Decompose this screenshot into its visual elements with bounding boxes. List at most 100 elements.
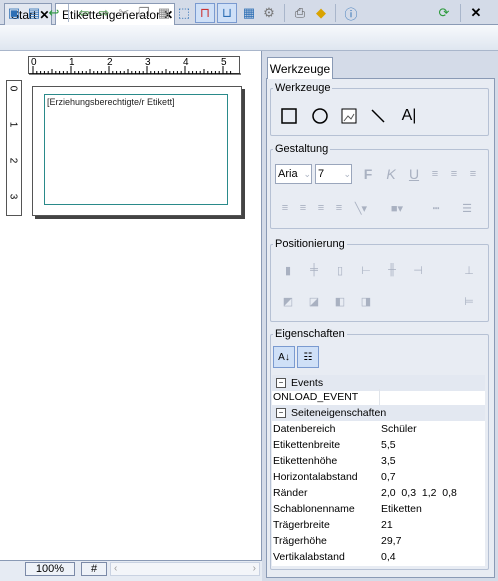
property-key: Schablonenname xyxy=(273,503,355,515)
copy-icon[interactable]: ❐ xyxy=(134,3,154,23)
label-placeholder[interactable]: [Erziehungsberechtigte/r Etikett] xyxy=(47,97,175,107)
property-key: Trägerbreite xyxy=(273,519,330,531)
property-key: Vertikalabstand xyxy=(273,551,345,563)
category-label: Seiteneigenschaften xyxy=(291,407,387,419)
send-backward-icon[interactable]: ◨ xyxy=(355,290,377,312)
snap-icon[interactable]: ⊓ xyxy=(195,3,215,23)
line-icon[interactable] xyxy=(367,105,389,127)
label-area[interactable] xyxy=(44,94,228,205)
line-color-icon[interactable]: ╲▾ xyxy=(350,197,372,219)
arrow-right-icon[interactable]: ⇨ xyxy=(94,3,114,23)
horizontal-ruler: 0 1 2 3 4 5 xyxy=(28,56,241,75)
property-key: ONLOAD_EVENT xyxy=(273,391,359,403)
select-icon[interactable]: ⬚ xyxy=(174,3,194,23)
line-width-icon[interactable]: ☰ xyxy=(456,197,478,219)
rectangle-icon[interactable] xyxy=(278,105,300,127)
close-icon[interactable]: ✕ xyxy=(466,3,486,23)
chevron-down-icon: ⌄ xyxy=(343,168,351,179)
undo-icon[interactable]: ↩ xyxy=(44,3,64,23)
print-icon[interactable]: ⎙ xyxy=(290,3,310,23)
magnet-icon[interactable]: ⊔ xyxy=(217,3,237,23)
property-row[interactable]: Schablonenname Etiketten xyxy=(272,501,485,517)
property-value[interactable] xyxy=(379,389,382,405)
image-icon[interactable] xyxy=(338,105,360,127)
bring-forward-icon[interactable]: ◧ xyxy=(329,290,351,312)
eraser-icon[interactable]: ◆ xyxy=(311,3,331,23)
new-icon[interactable]: ▣ xyxy=(4,3,24,23)
ruler-label: 1 xyxy=(7,121,19,128)
save-icon[interactable]: ▤ xyxy=(24,3,44,23)
gestaltung-title: Gestaltung xyxy=(273,143,331,155)
underline-icon[interactable]: U xyxy=(403,163,425,185)
circle-icon[interactable] xyxy=(309,105,331,127)
grid-toggle-button[interactable]: # xyxy=(81,562,107,576)
property-value[interactable]: Etiketten xyxy=(379,503,422,515)
align-middle-icon[interactable]: ╪ xyxy=(303,259,325,281)
zoom-button[interactable]: 100% xyxy=(25,562,75,576)
justify-full-icon[interactable]: ≡ xyxy=(328,197,350,219)
arrow-left-icon[interactable]: ⇦ xyxy=(74,3,94,23)
refresh-icon[interactable]: ⟳ xyxy=(434,3,454,23)
property-key: Trägerhöhe xyxy=(273,535,327,547)
align-right-icon[interactable]: ≡ xyxy=(462,163,484,185)
line-style-icon[interactable]: ┅ xyxy=(425,197,447,219)
align-center-h-icon[interactable]: ╫ xyxy=(381,259,403,281)
scroll-left-icon[interactable]: ‹ xyxy=(114,563,117,574)
align-top-icon[interactable]: ▯ xyxy=(329,259,351,281)
distribute-h-icon[interactable]: ⊨ xyxy=(458,290,480,312)
gear-icon[interactable]: ⚙ xyxy=(259,3,279,23)
property-value[interactable]: 29,7 xyxy=(379,535,401,547)
property-row[interactable]: Vertikalabstand 0,4 xyxy=(272,549,485,565)
distribute-v-icon[interactable]: ⊥ xyxy=(458,259,480,281)
property-row[interactable]: ONLOAD_EVENT xyxy=(272,389,485,405)
vertical-ruler: 0 1 2 3 xyxy=(6,80,22,216)
category-seiteneigenschaften[interactable]: − Seiteneigenschaften xyxy=(272,405,485,421)
collapse-icon[interactable]: − xyxy=(276,378,286,388)
property-row[interactable]: Trägerbreite 21 xyxy=(272,517,485,533)
help-icon[interactable]: ⓘ xyxy=(341,3,361,23)
text-icon[interactable]: A| xyxy=(398,105,420,127)
category-label: Events xyxy=(291,377,324,389)
horizontal-scrollbar[interactable]: ‹ › xyxy=(110,562,260,576)
property-value[interactable]: Schüler xyxy=(379,423,417,435)
paste-icon[interactable]: ▦ xyxy=(154,3,174,23)
property-grid: − Events ONLOAD_EVENT − Seiteneigenschafte… xyxy=(272,375,485,566)
ruler-label: 2 xyxy=(7,157,19,164)
ruler-label: 0 xyxy=(7,85,19,92)
send-back-icon[interactable]: ◪ xyxy=(303,290,325,312)
ruler-label: 3 xyxy=(7,193,19,200)
toolbar xyxy=(0,25,498,51)
toolbar-separator xyxy=(284,4,285,22)
bold-icon[interactable]: F xyxy=(357,163,379,185)
align-left-edge-icon[interactable]: ⊢ xyxy=(355,259,377,281)
property-value[interactable]: 0,7 xyxy=(379,471,396,483)
property-row[interactable]: Horizontalabstand 0,7 xyxy=(272,469,485,485)
ruler-label: 3 xyxy=(145,57,151,68)
fill-color-icon[interactable]: ■▾ xyxy=(386,197,408,219)
property-row[interactable]: Datenbereich Schüler xyxy=(272,421,485,437)
categorized-icon[interactable]: ☷ xyxy=(297,346,319,368)
property-value[interactable]: 5,5 xyxy=(379,439,396,451)
property-value[interactable]: 2,0 0,3 1,2 0,8 xyxy=(379,487,457,499)
property-row[interactable]: Trägerhöhe 29,7 xyxy=(272,533,485,549)
property-value[interactable]: 0,4 xyxy=(379,551,396,563)
cut-icon[interactable]: ✂ xyxy=(114,3,134,23)
property-value[interactable]: 3,5 xyxy=(379,455,396,467)
property-row[interactable]: Ränder 2,0 0,3 1,2 0,8 xyxy=(272,485,485,501)
tab-werkzeuge[interactable]: Werkzeuge xyxy=(267,57,333,79)
property-row[interactable]: Etikettenhöhe 3,5 xyxy=(272,453,485,469)
property-row[interactable]: Etikettenbreite 5,5 xyxy=(272,437,485,453)
property-value[interactable]: 21 xyxy=(379,519,393,531)
align-bottom-icon[interactable]: ▮ xyxy=(277,259,299,281)
scroll-right-icon[interactable]: › xyxy=(253,563,256,574)
align-right-edge-icon[interactable]: ⊣ xyxy=(407,259,429,281)
werkzeuge-title: Werkzeuge xyxy=(273,82,333,94)
sort-alpha-icon[interactable]: A↓ xyxy=(273,346,295,368)
italic-icon[interactable]: K xyxy=(380,163,402,185)
grid-icon[interactable]: ▦ xyxy=(239,3,259,23)
collapse-icon[interactable]: − xyxy=(276,408,286,418)
property-key: Horizontalabstand xyxy=(273,471,358,483)
bring-front-icon[interactable]: ◩ xyxy=(277,290,299,312)
font-name-select[interactable]: Aria ⌄ xyxy=(275,164,312,184)
font-size-select[interactable]: 7 ⌄ xyxy=(315,164,352,184)
